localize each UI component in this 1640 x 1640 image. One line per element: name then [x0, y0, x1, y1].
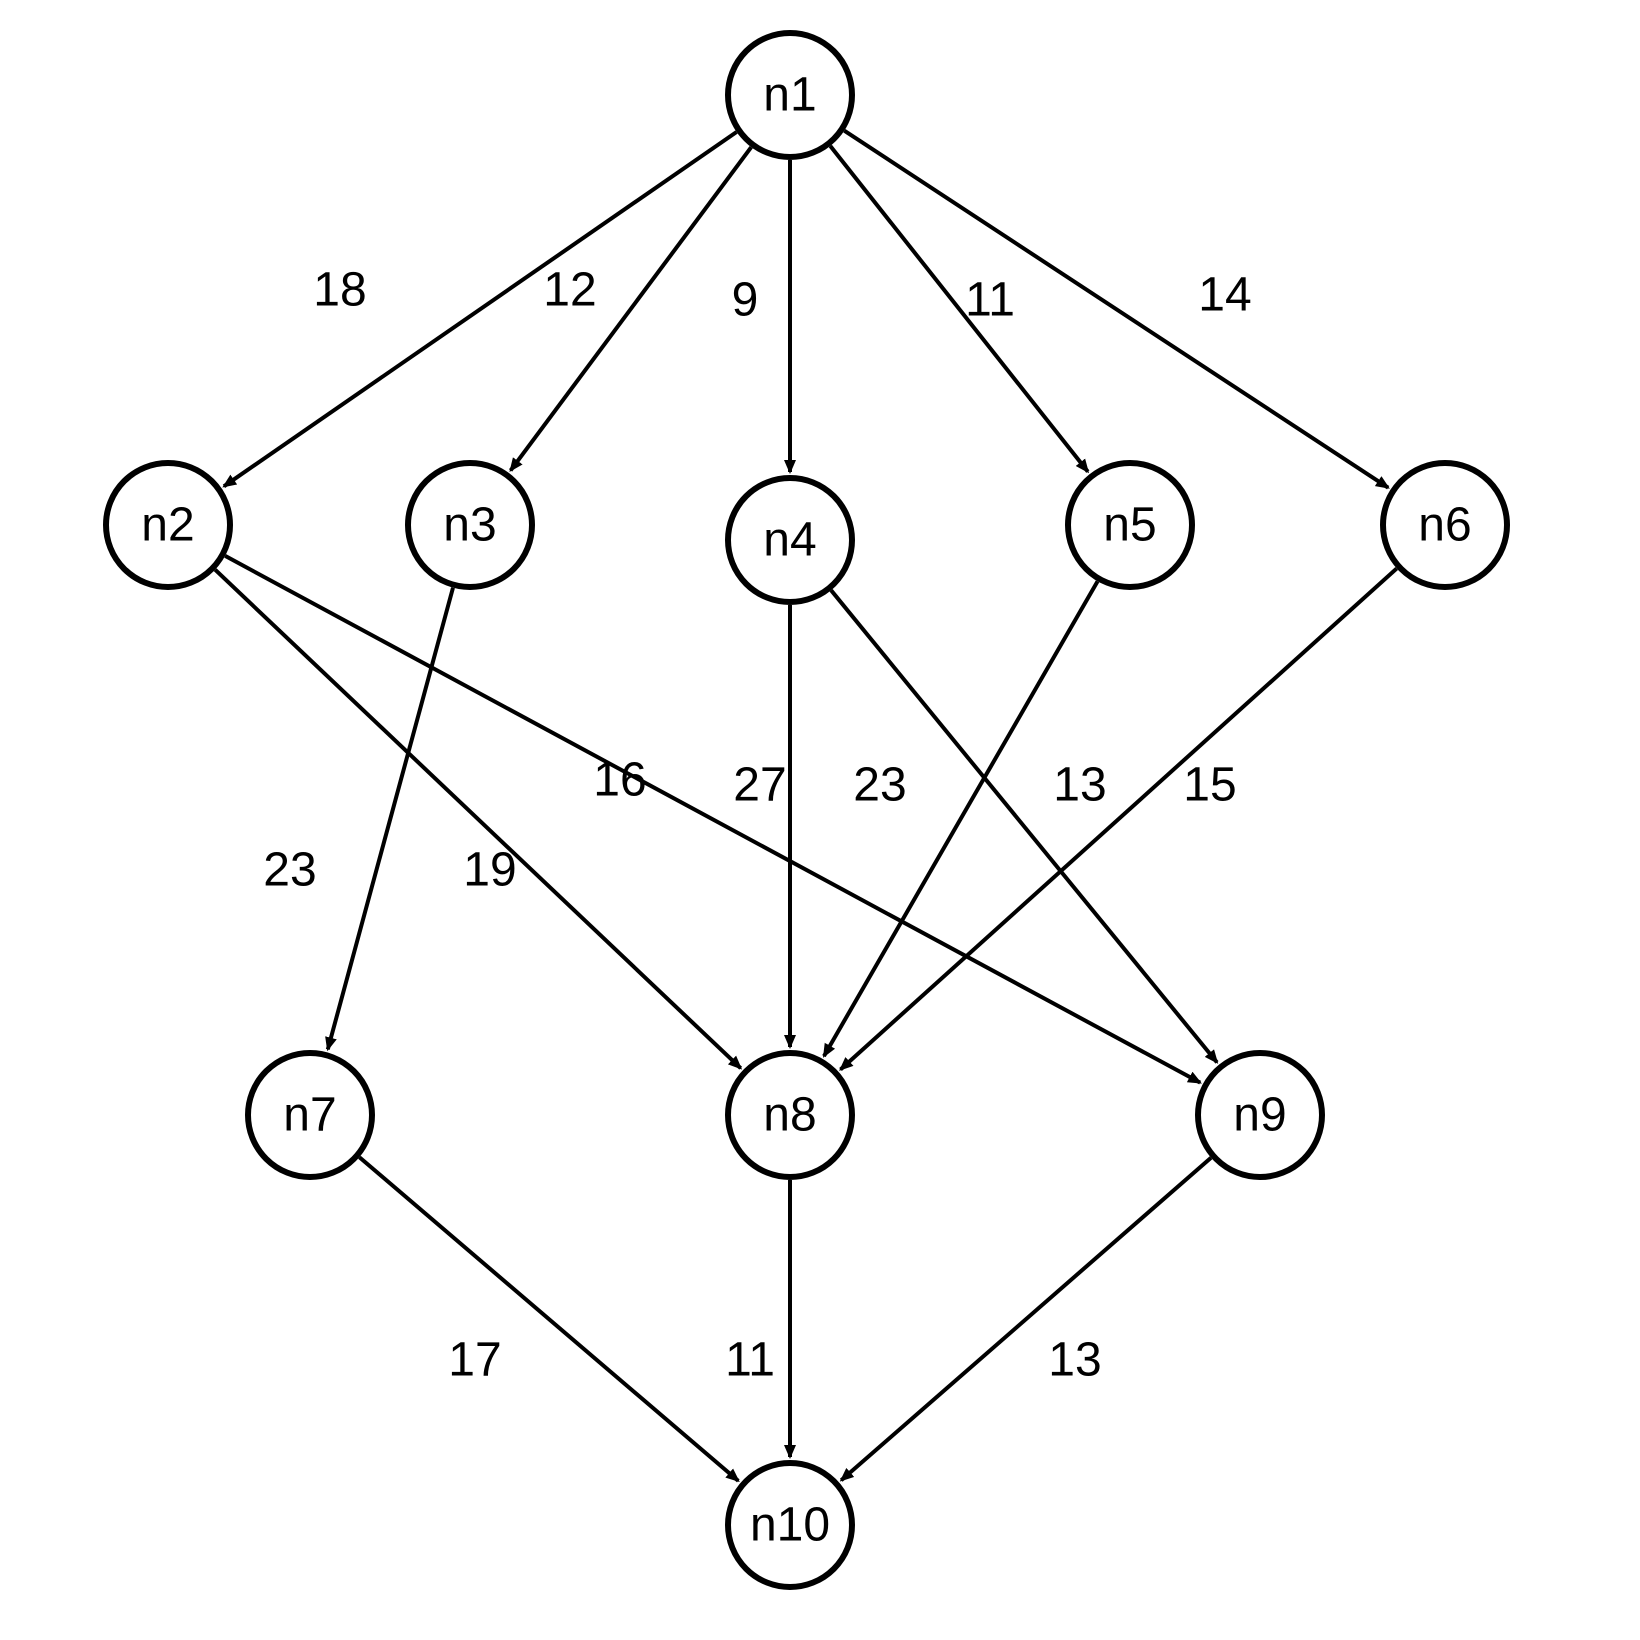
node-n8: n8	[728, 1053, 852, 1177]
edge-n4-n9	[831, 590, 1217, 1062]
node-n7: n7	[248, 1053, 372, 1177]
edge-weight-n8-n10: 11	[725, 1334, 775, 1387]
node-n9: n9	[1198, 1053, 1322, 1177]
node-n4: n4	[728, 478, 852, 602]
edge-n1-n2	[224, 132, 737, 486]
edge-n6-n8	[841, 569, 1397, 1070]
node-n10: n10	[728, 1463, 852, 1587]
edge-labels-layer: 18 12 9 11 14 19 16 23 27 23 13 15 17 11 13	[263, 264, 1251, 1387]
node-label-n4: n4	[763, 514, 816, 567]
graph-diagram: 18 12 9 11 14 19 16 23 27 23 13 15 17 11 13 n1 n2 n3 n4 n5…	[0, 0, 1640, 1640]
edge-n5-n8	[824, 581, 1098, 1056]
edge-weight-n5-n8: 13	[1053, 759, 1106, 812]
edge-weight-n3-n7: 23	[263, 844, 316, 897]
edge-weight-n2-n9: 16	[593, 754, 646, 807]
edge-weight-n1-n6: 14	[1198, 269, 1251, 322]
node-n1: n1	[728, 33, 852, 157]
edge-weight-n7-n10: 17	[448, 1334, 501, 1387]
edge-weight-n2-n8: 19	[463, 844, 516, 897]
edge-weight-n1-n3: 12	[543, 264, 596, 317]
node-n6: n6	[1383, 463, 1507, 587]
node-label-n6: n6	[1418, 499, 1471, 552]
edge-n2-n9	[225, 556, 1200, 1083]
node-label-n1: n1	[763, 69, 816, 122]
node-label-n7: n7	[283, 1089, 336, 1142]
node-n2: n2	[106, 463, 230, 587]
edge-weight-n1-n4: 9	[732, 274, 759, 327]
edge-weight-n1-n2: 18	[313, 264, 366, 317]
edge-weight-n6-n8: 15	[1183, 759, 1236, 812]
edge-n1-n5	[830, 146, 1088, 472]
node-n3: n3	[408, 463, 532, 587]
node-label-n5: n5	[1103, 499, 1156, 552]
edge-weight-n4-n9: 23	[853, 759, 906, 812]
edge-weight-n1-n5: 11	[965, 274, 1015, 327]
edge-n3-n7	[328, 588, 453, 1050]
node-n5: n5	[1068, 463, 1192, 587]
node-label-n10: n10	[750, 1499, 830, 1552]
node-label-n9: n9	[1233, 1089, 1286, 1142]
node-label-n2: n2	[141, 499, 194, 552]
edge-n9-n10	[841, 1158, 1211, 1481]
edge-n7-n10	[359, 1157, 738, 1481]
edge-weight-n9-n10: 13	[1048, 1334, 1101, 1387]
edge-n1-n6	[844, 131, 1388, 488]
node-label-n8: n8	[763, 1089, 816, 1142]
node-label-n3: n3	[443, 499, 496, 552]
edge-n2-n8	[215, 570, 741, 1068]
edge-weight-n4-n8: 27	[733, 759, 786, 812]
